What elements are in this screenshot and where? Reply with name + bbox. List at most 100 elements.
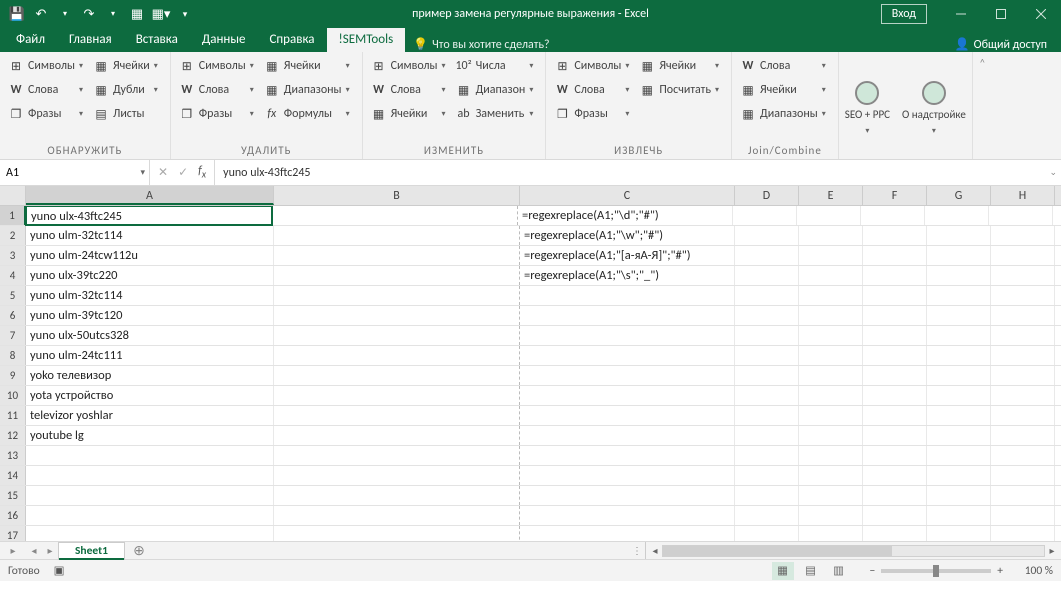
cell-G4[interactable] [927, 266, 991, 285]
cell-D15[interactable] [735, 486, 799, 505]
cell-A14[interactable] [26, 466, 274, 485]
cell-D12[interactable] [735, 426, 799, 445]
cell-C8[interactable] [520, 346, 735, 365]
join-cells-button[interactable]: ▦Ячейки▾ [738, 78, 832, 102]
cell-G6[interactable] [927, 306, 991, 325]
join-ranges-button[interactable]: ▦Диапазоны▾ [738, 102, 832, 126]
cell-G13[interactable] [927, 446, 991, 465]
cell-C11[interactable] [520, 406, 735, 425]
cell-A16[interactable] [26, 506, 274, 525]
column-header-C[interactable]: C [520, 186, 735, 205]
cell-E2[interactable] [799, 226, 863, 245]
cell-H16[interactable] [991, 506, 1055, 525]
share-button[interactable]: 👤 Общий доступ [945, 37, 1057, 52]
tab-strip-resize[interactable]: ⋮ [629, 544, 645, 557]
cell-G14[interactable] [927, 466, 991, 485]
cell-E10[interactable] [799, 386, 863, 405]
column-header-E[interactable]: E [799, 186, 863, 205]
cell-A9[interactable]: yoko телевизор [26, 366, 274, 385]
row-header[interactable]: 3 [0, 246, 26, 265]
cell-A6[interactable]: yuno ulm-39tc120 [26, 306, 274, 325]
column-header-B[interactable]: B [274, 186, 520, 205]
tab-scroll-button[interactable]: ▸ [0, 542, 26, 559]
cell-B8[interactable] [274, 346, 520, 365]
cell-F13[interactable] [863, 446, 927, 465]
name-box[interactable]: A1 ▾ [0, 160, 150, 185]
cell-D5[interactable] [735, 286, 799, 305]
column-header-A[interactable]: A [26, 186, 274, 205]
cell-A7[interactable]: yuno ulx-50utcs328 [26, 326, 274, 345]
about-addon-button[interactable]: О надстройке ▾ [902, 81, 966, 135]
column-header-G[interactable]: G [927, 186, 991, 205]
cell-E4[interactable] [799, 266, 863, 285]
add-sheet-button[interactable]: ⊕ [125, 542, 153, 559]
cell-A12[interactable]: youtube lg [26, 426, 274, 445]
cell-B11[interactable] [274, 406, 520, 425]
cell-E1[interactable] [797, 206, 861, 225]
column-header-F[interactable]: F [863, 186, 927, 205]
cell-A5[interactable]: yuno ulm-32tc114 [26, 286, 274, 305]
cell-C12[interactable] [520, 426, 735, 445]
cell-B10[interactable] [274, 386, 520, 405]
cell-D9[interactable] [735, 366, 799, 385]
cell-H14[interactable] [991, 466, 1055, 485]
fx-icon[interactable]: fx [198, 164, 206, 180]
cell-H1[interactable] [989, 206, 1053, 225]
redo-dropdown-icon[interactable]: ▾ [102, 3, 124, 25]
row-header[interactable]: 5 [0, 286, 26, 305]
cell-A13[interactable] [26, 446, 274, 465]
row-header[interactable]: 15 [0, 486, 26, 505]
cell-H17[interactable] [991, 526, 1055, 541]
cell-E14[interactable] [799, 466, 863, 485]
cell-C10[interactable] [520, 386, 735, 405]
cell-B1[interactable] [272, 206, 518, 225]
cell-F4[interactable] [863, 266, 927, 285]
row-header[interactable]: 9 [0, 366, 26, 385]
zoom-slider[interactable] [881, 569, 991, 573]
row-header[interactable]: 1 [0, 206, 26, 225]
cell-A2[interactable]: yuno ulm-32tc114 [26, 226, 274, 245]
cell-G11[interactable] [927, 406, 991, 425]
cell-H11[interactable] [991, 406, 1055, 425]
cell-A3[interactable]: yuno ulm-24tcw112u [26, 246, 274, 265]
cell-D14[interactable] [735, 466, 799, 485]
horizontal-scrollbar[interactable]: ◂ ▸ [646, 542, 1061, 559]
cell-B7[interactable] [274, 326, 520, 345]
cell-C2[interactable]: =regexreplace(A1;"\w";"#") [520, 226, 735, 245]
view-normal-button[interactable]: ▦ [772, 562, 794, 580]
cell-H10[interactable] [991, 386, 1055, 405]
change-range-button[interactable]: ▦Диапазон▾ [454, 78, 540, 102]
cell-G16[interactable] [927, 506, 991, 525]
cell-G1[interactable] [925, 206, 989, 225]
tab-help[interactable]: Справка [257, 28, 326, 52]
cell-E6[interactable] [799, 306, 863, 325]
cell-F2[interactable] [863, 226, 927, 245]
cell-B2[interactable] [274, 226, 520, 245]
cell-E5[interactable] [799, 286, 863, 305]
zoom-level[interactable]: 100 % [1009, 564, 1053, 578]
cell-B3[interactable] [274, 246, 520, 265]
tab-nav-prev[interactable]: ◂ [26, 544, 42, 557]
cell-H2[interactable] [991, 226, 1055, 245]
qat-customize-icon[interactable]: ▾ [174, 3, 196, 25]
delete-symbols-button[interactable]: ⊞Символы▾ [177, 54, 260, 78]
cell-D4[interactable] [735, 266, 799, 285]
cell-G10[interactable] [927, 386, 991, 405]
minimize-button[interactable] [941, 0, 981, 28]
cell-C17[interactable] [520, 526, 735, 541]
cell-F5[interactable] [863, 286, 927, 305]
detect-duplicates-button[interactable]: ▦Дубли▾ [91, 78, 164, 102]
row-header[interactable]: 7 [0, 326, 26, 345]
cell-D6[interactable] [735, 306, 799, 325]
cell-D1[interactable] [733, 206, 797, 225]
column-header-H[interactable]: H [991, 186, 1055, 205]
cell-B6[interactable] [274, 306, 520, 325]
redo-icon[interactable]: ↷ [78, 3, 100, 25]
detect-cells-button[interactable]: ▦Ячейки▾ [91, 54, 164, 78]
cell-B14[interactable] [274, 466, 520, 485]
row-header[interactable]: 12 [0, 426, 26, 445]
extract-phrases-button[interactable]: ❐Фразы▾ [552, 102, 635, 126]
change-numbers-button[interactable]: 10²Числа▾ [454, 54, 540, 78]
cell-E12[interactable] [799, 426, 863, 445]
cell-C4[interactable]: =regexreplace(A1;"\s";"_") [520, 266, 735, 285]
